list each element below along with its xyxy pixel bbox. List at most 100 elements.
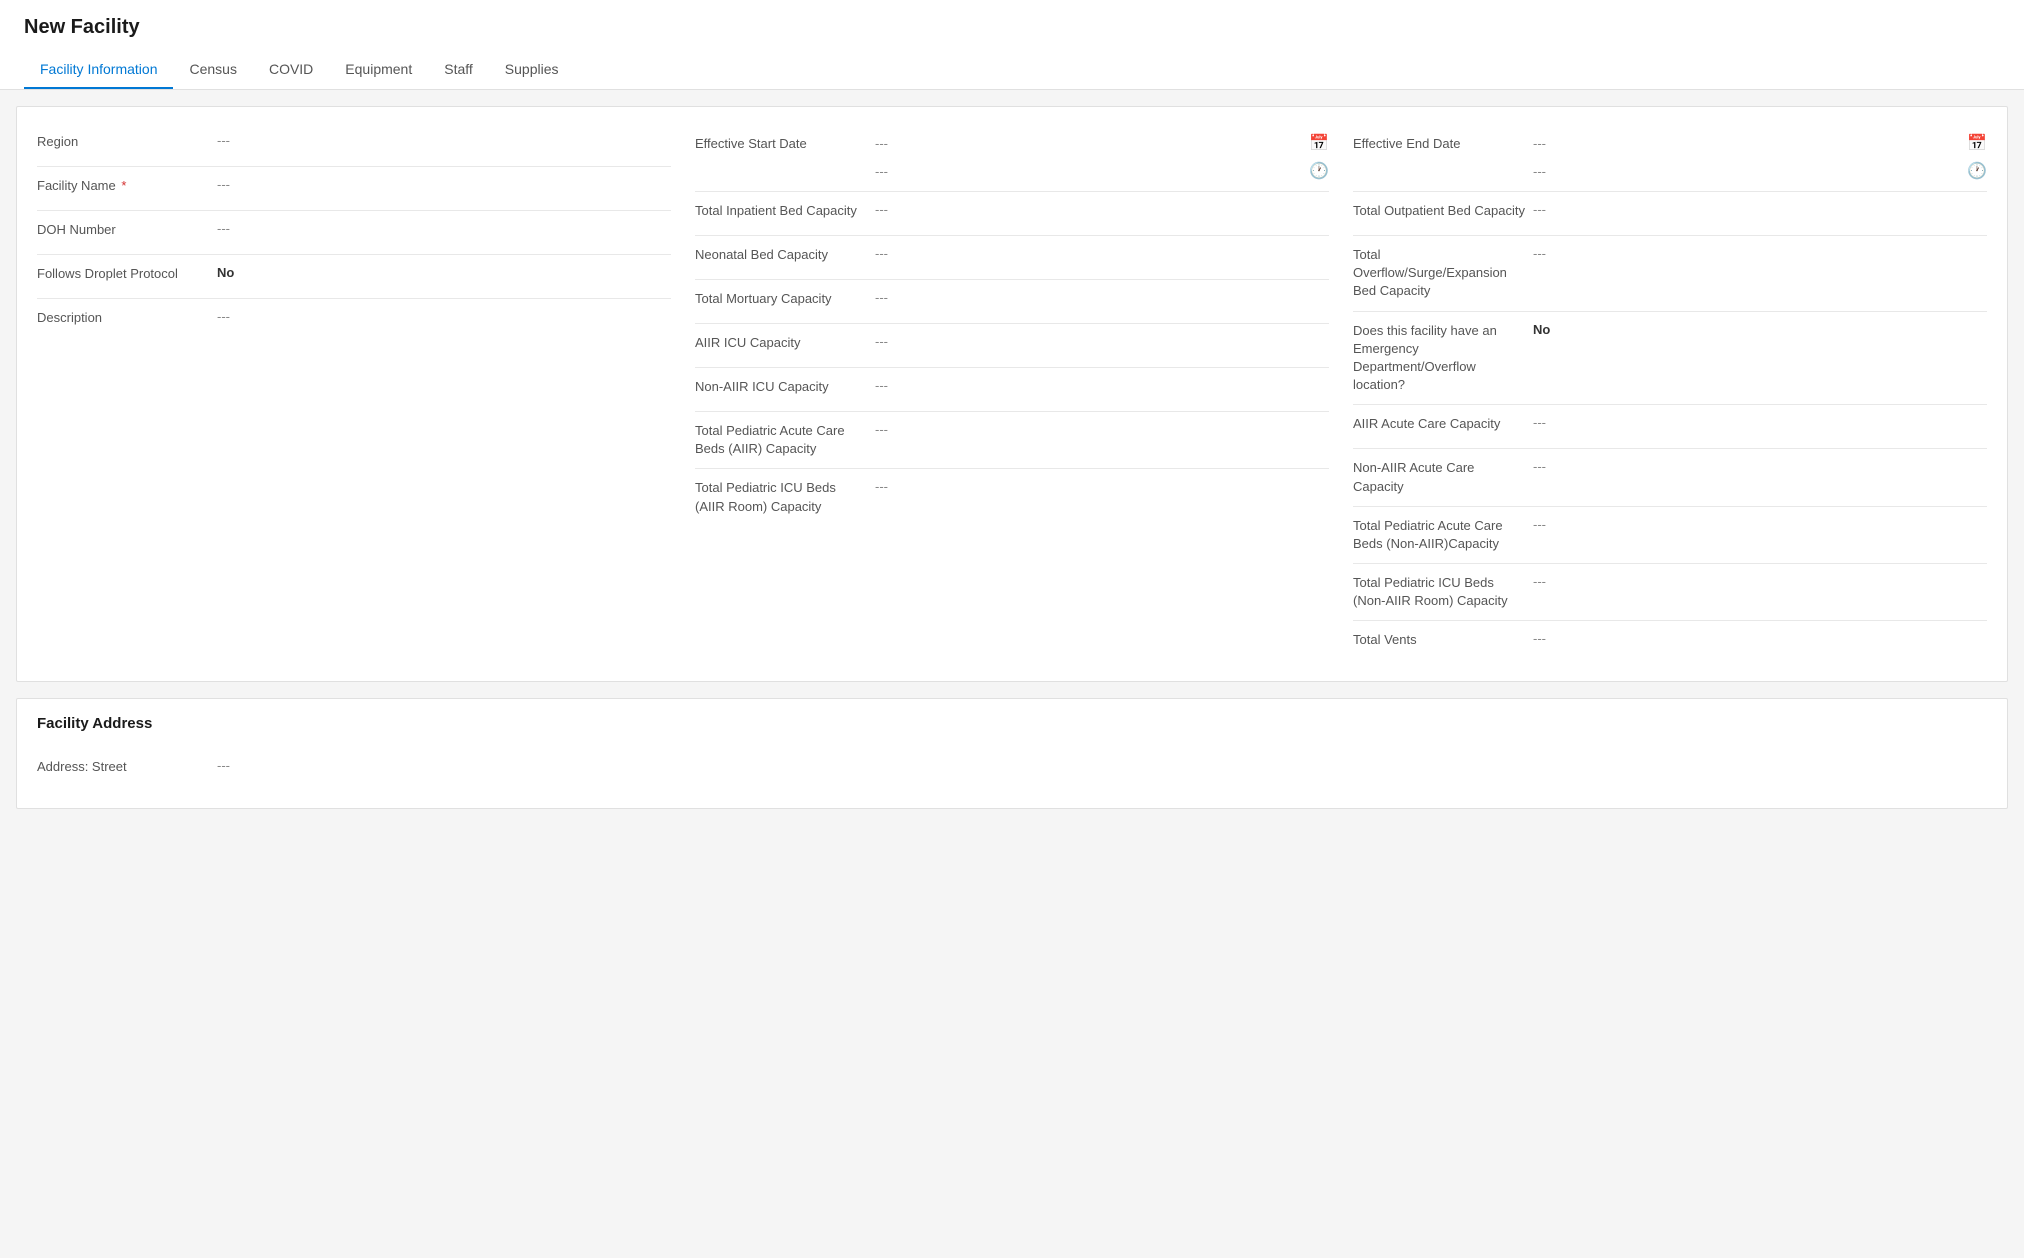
left-column: Region --- Facility Name * --- DOH Numbe… (37, 123, 671, 665)
start-time-wrap: --- 🕐 (875, 161, 1329, 181)
label-facility-name: Facility Name * (37, 177, 217, 195)
tab-facility-information[interactable]: Facility Information (24, 51, 173, 89)
middle-column: Effective Start Date --- 📅 --- 🕐 (695, 123, 1329, 665)
value-droplet-protocol[interactable]: No (217, 265, 671, 280)
field-pediatric-icu-non-aiir: Total Pediatric ICU Beds (Non-AIIR Room)… (1353, 564, 1987, 621)
field-pediatric-icu-aiir: Total Pediatric ICU Beds (AIIR Room) Cap… (695, 469, 1329, 525)
start-date-input-wrap: --- 📅 (875, 133, 1329, 153)
label-mortuary: Total Mortuary Capacity (695, 290, 875, 308)
required-indicator: * (121, 178, 126, 193)
facility-address-title: Facility Address (37, 715, 1987, 732)
facility-info-grid: Region --- Facility Name * --- DOH Numbe… (37, 123, 1987, 665)
label-droplet-protocol: Follows Droplet Protocol (37, 265, 217, 283)
value-total-outpatient[interactable]: --- (1533, 202, 1987, 217)
value-overflow-surge[interactable]: --- (1533, 246, 1987, 261)
label-total-vents: Total Vents (1353, 631, 1533, 649)
label-non-aiir-icu: Non-AIIR ICU Capacity (695, 378, 875, 396)
field-droplet-protocol: Follows Droplet Protocol No (37, 255, 671, 299)
right-column: Effective End Date --- 📅 --- 🕐 (1353, 123, 1987, 665)
tab-bar: Facility Information Census COVID Equipm… (24, 51, 2000, 89)
value-region[interactable]: --- (217, 133, 671, 148)
field-non-aiir-acute: Non-AIIR Acute Care Capacity --- (1353, 449, 1987, 506)
value-pediatric-aiir[interactable]: --- (875, 422, 1329, 437)
value-aiir-acute[interactable]: --- (1533, 415, 1987, 430)
label-effective-end-date: Effective End Date (1353, 136, 1533, 151)
label-region: Region (37, 133, 217, 151)
field-total-vents: Total Vents --- (1353, 621, 1987, 665)
label-non-aiir-acute: Non-AIIR Acute Care Capacity (1353, 459, 1533, 495)
clock-icon-start[interactable]: 🕐 (1309, 161, 1329, 181)
effective-start-date-group: Effective Start Date --- 📅 --- 🕐 (695, 123, 1329, 192)
field-emergency-dept: Does this facility have an Emergency Dep… (1353, 312, 1987, 406)
field-facility-name: Facility Name * --- (37, 167, 671, 211)
value-aiir-icu[interactable]: --- (875, 334, 1329, 349)
label-pediatric-icu-aiir: Total Pediatric ICU Beds (AIIR Room) Cap… (695, 479, 875, 515)
effective-end-date-row: Effective End Date --- 📅 (1353, 129, 1987, 157)
field-overflow-surge: Total Overflow/Surge/Expansion Bed Capac… (1353, 236, 1987, 312)
label-total-outpatient: Total Outpatient Bed Capacity (1353, 202, 1533, 220)
value-facility-name[interactable]: --- (217, 177, 671, 192)
tab-census[interactable]: Census (173, 51, 252, 89)
value-address-street[interactable]: --- (217, 758, 1987, 773)
page-header: New Facility Facility Information Census… (0, 0, 2024, 90)
field-non-aiir-icu: Non-AIIR ICU Capacity --- (695, 368, 1329, 412)
value-description[interactable]: --- (217, 309, 671, 324)
effective-start-time-row: --- 🕐 (695, 157, 1329, 185)
label-effective-start-date: Effective Start Date (695, 136, 875, 151)
value-total-inpatient[interactable]: --- (875, 202, 1329, 217)
value-pediatric-icu-non-aiir[interactable]: --- (1533, 574, 1987, 589)
label-address-street: Address: Street (37, 758, 217, 776)
field-pediatric-aiir: Total Pediatric Acute Care Beds (AIIR) C… (695, 412, 1329, 469)
field-pediatric-non-aiir: Total Pediatric Acute Care Beds (Non-AII… (1353, 507, 1987, 564)
field-address-street: Address: Street --- (37, 748, 1987, 792)
value-neonatal[interactable]: --- (875, 246, 1329, 261)
value-pediatric-icu-aiir[interactable]: --- (875, 479, 1329, 494)
content-area: Region --- Facility Name * --- DOH Numbe… (0, 90, 2024, 841)
facility-address-card: Facility Address Address: Street --- (16, 698, 2008, 809)
end-date-value[interactable]: --- (1533, 136, 1546, 151)
start-date-value[interactable]: --- (875, 136, 888, 151)
field-total-inpatient: Total Inpatient Bed Capacity --- (695, 192, 1329, 236)
effective-end-date-group: Effective End Date --- 📅 --- 🕐 (1353, 123, 1987, 192)
value-emergency-dept[interactable]: No (1533, 322, 1987, 337)
calendar-icon-start-date[interactable]: 📅 (1309, 133, 1329, 153)
field-mortuary: Total Mortuary Capacity --- (695, 280, 1329, 324)
label-emergency-dept: Does this facility have an Emergency Dep… (1353, 322, 1533, 395)
tab-staff[interactable]: Staff (428, 51, 489, 89)
field-total-outpatient: Total Outpatient Bed Capacity --- (1353, 192, 1987, 236)
effective-end-time-row: --- 🕐 (1353, 157, 1987, 185)
effective-start-date-row: Effective Start Date --- 📅 (695, 129, 1329, 157)
start-time-value[interactable]: --- (875, 164, 888, 179)
label-total-inpatient: Total Inpatient Bed Capacity (695, 202, 875, 220)
label-overflow-surge: Total Overflow/Surge/Expansion Bed Capac… (1353, 246, 1533, 301)
label-pediatric-aiir: Total Pediatric Acute Care Beds (AIIR) C… (695, 422, 875, 458)
tab-equipment[interactable]: Equipment (329, 51, 428, 89)
end-date-input-wrap: --- 📅 (1533, 133, 1987, 153)
field-region: Region --- (37, 123, 671, 167)
field-aiir-icu: AIIR ICU Capacity --- (695, 324, 1329, 368)
value-mortuary[interactable]: --- (875, 290, 1329, 305)
value-doh-number[interactable]: --- (217, 221, 671, 236)
value-pediatric-non-aiir[interactable]: --- (1533, 517, 1987, 532)
label-doh-number: DOH Number (37, 221, 217, 239)
end-time-wrap: --- 🕐 (1533, 161, 1987, 181)
field-aiir-acute: AIIR Acute Care Capacity --- (1353, 405, 1987, 449)
field-neonatal: Neonatal Bed Capacity --- (695, 236, 1329, 280)
value-non-aiir-icu[interactable]: --- (875, 378, 1329, 393)
end-time-value[interactable]: --- (1533, 164, 1546, 179)
field-description: Description --- (37, 299, 671, 343)
value-non-aiir-acute[interactable]: --- (1533, 459, 1987, 474)
label-aiir-acute: AIIR Acute Care Capacity (1353, 415, 1533, 433)
facility-info-card: Region --- Facility Name * --- DOH Numbe… (16, 106, 2008, 682)
page-title: New Facility (24, 16, 2000, 39)
value-total-vents[interactable]: --- (1533, 631, 1987, 646)
label-pediatric-icu-non-aiir: Total Pediatric ICU Beds (Non-AIIR Room)… (1353, 574, 1533, 610)
label-neonatal: Neonatal Bed Capacity (695, 246, 875, 264)
label-aiir-icu: AIIR ICU Capacity (695, 334, 875, 352)
field-doh-number: DOH Number --- (37, 211, 671, 255)
tab-covid[interactable]: COVID (253, 51, 329, 89)
clock-icon-end[interactable]: 🕐 (1967, 161, 1987, 181)
calendar-icon-end-date[interactable]: 📅 (1967, 133, 1987, 153)
tab-supplies[interactable]: Supplies (489, 51, 575, 89)
label-description: Description (37, 309, 217, 327)
